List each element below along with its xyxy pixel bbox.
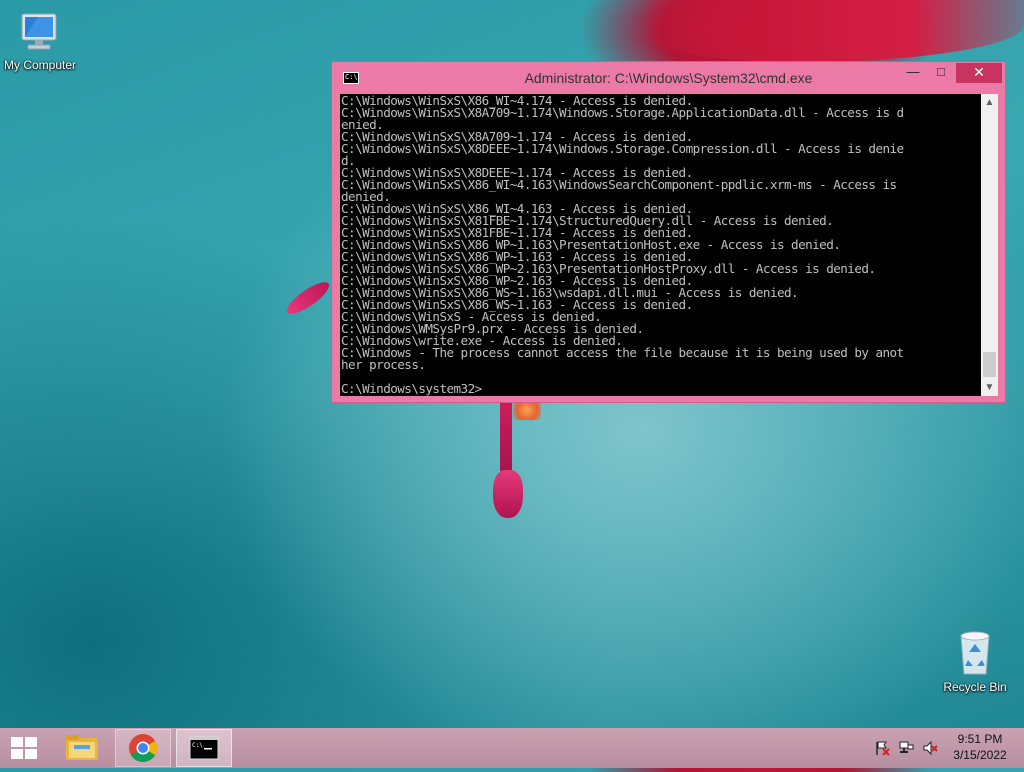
volume-muted-icon[interactable] [922,740,938,756]
cmd-console[interactable]: C:\Windows\WinSxS\X86_WI~4.174 - Access … [340,94,981,396]
wallpaper-stamen [513,400,541,420]
cmd-scrollbar[interactable]: ▲ ▼ [981,94,998,396]
start-button[interactable] [0,728,50,768]
scroll-thumb[interactable] [983,352,996,377]
recycle-bin-label: Recycle Bin [943,680,1007,694]
folder-icon [66,735,98,760]
flag-icon[interactable] [874,740,890,756]
chrome-icon [129,734,157,762]
windows-logo-icon [11,737,37,759]
computer-icon [21,13,57,50]
maximize-button[interactable]: □ [928,63,954,83]
console-line: C:\Windows\WinSxS\X86_WI~4.163\WindowsSe… [341,177,897,192]
wallpaper-bud [493,470,523,518]
wallpaper-flower-top [650,0,1024,62]
scroll-down-arrow-icon[interactable]: ▼ [981,379,998,396]
taskbar: C:\ 9:51 PM 3/15/2022 [0,728,1024,768]
taskbar-chrome[interactable] [115,729,171,767]
minimize-button[interactable]: — [900,63,926,83]
close-button[interactable]: ✕ [956,63,1002,83]
scroll-up-arrow-icon[interactable]: ▲ [981,94,998,111]
taskbar-clock[interactable]: 9:51 PM 3/15/2022 [940,731,1020,763]
svg-text:C:\: C:\ [192,742,203,749]
console-line: C:\Windows\system32> [341,381,482,396]
desktop-icon-recycle-bin[interactable]: Recycle Bin [935,630,1015,694]
wallpaper-stem [500,395,512,475]
taskbar-file-explorer[interactable] [54,729,110,767]
wallpaper-petal [282,277,334,319]
console-line: C:\Windows\WinSxS\X8A709~1.174\Windows.S… [341,105,904,120]
cmd-output: C:\Windows\WinSxS\X86_WI~4.174 - Access … [340,94,981,395]
clock-date: 3/15/2022 [953,748,1007,762]
console-line: C:\Windows\WinSxS\X8DEEE~1.174\Windows.S… [341,141,904,156]
recycle-bin-icon [960,631,990,675]
my-computer-label: My Computer [3,58,77,72]
clock-time: 9:51 PM [957,732,1003,746]
command-prompt-icon: C:\ [189,736,219,760]
desktop-icon-my-computer[interactable]: My Computer [0,10,80,72]
taskbar-cmd[interactable]: C:\ [176,729,232,767]
console-line: her process. [341,357,426,372]
cmd-window[interactable]: C:\ Administrator: C:\Windows\System32\c… [331,61,1006,403]
network-icon[interactable] [898,740,914,756]
cmd-titlebar[interactable]: C:\ Administrator: C:\Windows\System32\c… [332,62,1005,94]
